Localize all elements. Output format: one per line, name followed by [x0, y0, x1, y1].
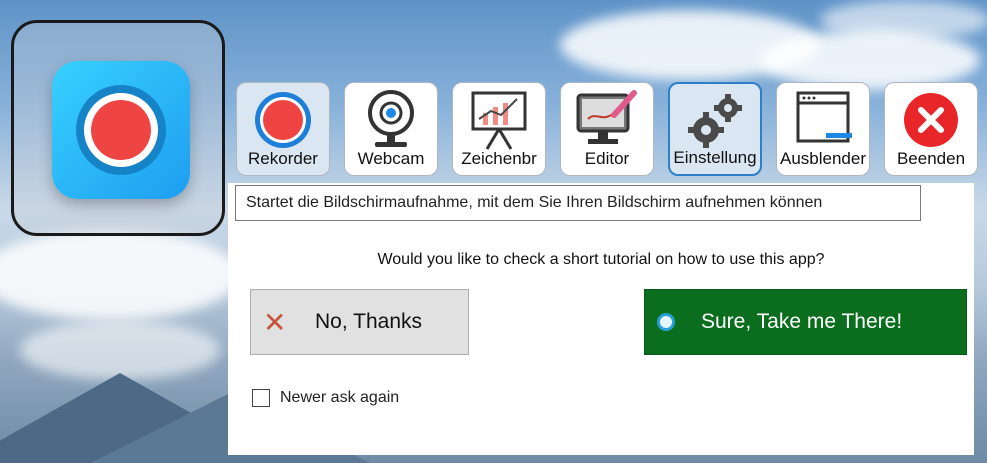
webcam-label: Webcam [357, 149, 425, 168]
gears-icon [670, 90, 760, 152]
app-icon-tile[interactable] [11, 20, 225, 236]
editor-label: Editor [584, 149, 630, 168]
never-ask-again-checkbox[interactable] [252, 389, 270, 407]
never-ask-again-label: Newer ask again [280, 389, 400, 406]
editor-button[interactable]: Editor [560, 82, 654, 176]
einstellungen-label: Einstellung [673, 148, 757, 167]
never-ask-again-row[interactable]: Newer ask again [252, 389, 399, 407]
hide-window-icon [777, 89, 869, 151]
main-toolbar: Rekorder Webcam Zeichenbr Editor Einstel… [236, 82, 981, 178]
webcam-button[interactable]: Webcam [344, 82, 438, 176]
recorder-tooltip: Startet die Bildschirmaufnahme, mit dem … [235, 185, 921, 221]
monitor-pen-icon [561, 89, 653, 151]
lifebuoy-icon [657, 313, 675, 331]
whiteboard-chart-icon [453, 89, 545, 151]
webcam-icon [345, 89, 437, 151]
rekorder-label: Rekorder [248, 149, 318, 168]
close-circle-icon [885, 89, 977, 151]
no-thanks-label: No, Thanks [315, 310, 422, 333]
take-me-there-button[interactable]: Sure, Take me There! [644, 289, 967, 355]
zeichenbrett-label: Zeichenbr [461, 149, 537, 168]
einstellungen-button[interactable]: Einstellung [668, 82, 762, 176]
tutorial-question: Would you like to check a short tutorial… [377, 251, 825, 268]
zeichenbrett-button[interactable]: Zeichenbr [452, 82, 546, 176]
no-thanks-button[interactable]: ✕ No, Thanks [250, 289, 469, 355]
beenden-button[interactable]: Beenden [884, 82, 978, 176]
rekorder-button[interactable]: Rekorder [236, 82, 330, 176]
ausblenden-label: Ausblender [779, 149, 866, 168]
record-app-icon [52, 61, 190, 199]
record-icon [237, 89, 329, 151]
cancel-x-icon: ✕ [263, 306, 287, 338]
take-me-there-label: Sure, Take me There! [701, 310, 903, 333]
tutorial-dialog: Would you like to check a short tutorial… [228, 183, 974, 455]
ausblenden-button[interactable]: Ausblender [776, 82, 870, 176]
beenden-label: Beenden [896, 149, 966, 168]
